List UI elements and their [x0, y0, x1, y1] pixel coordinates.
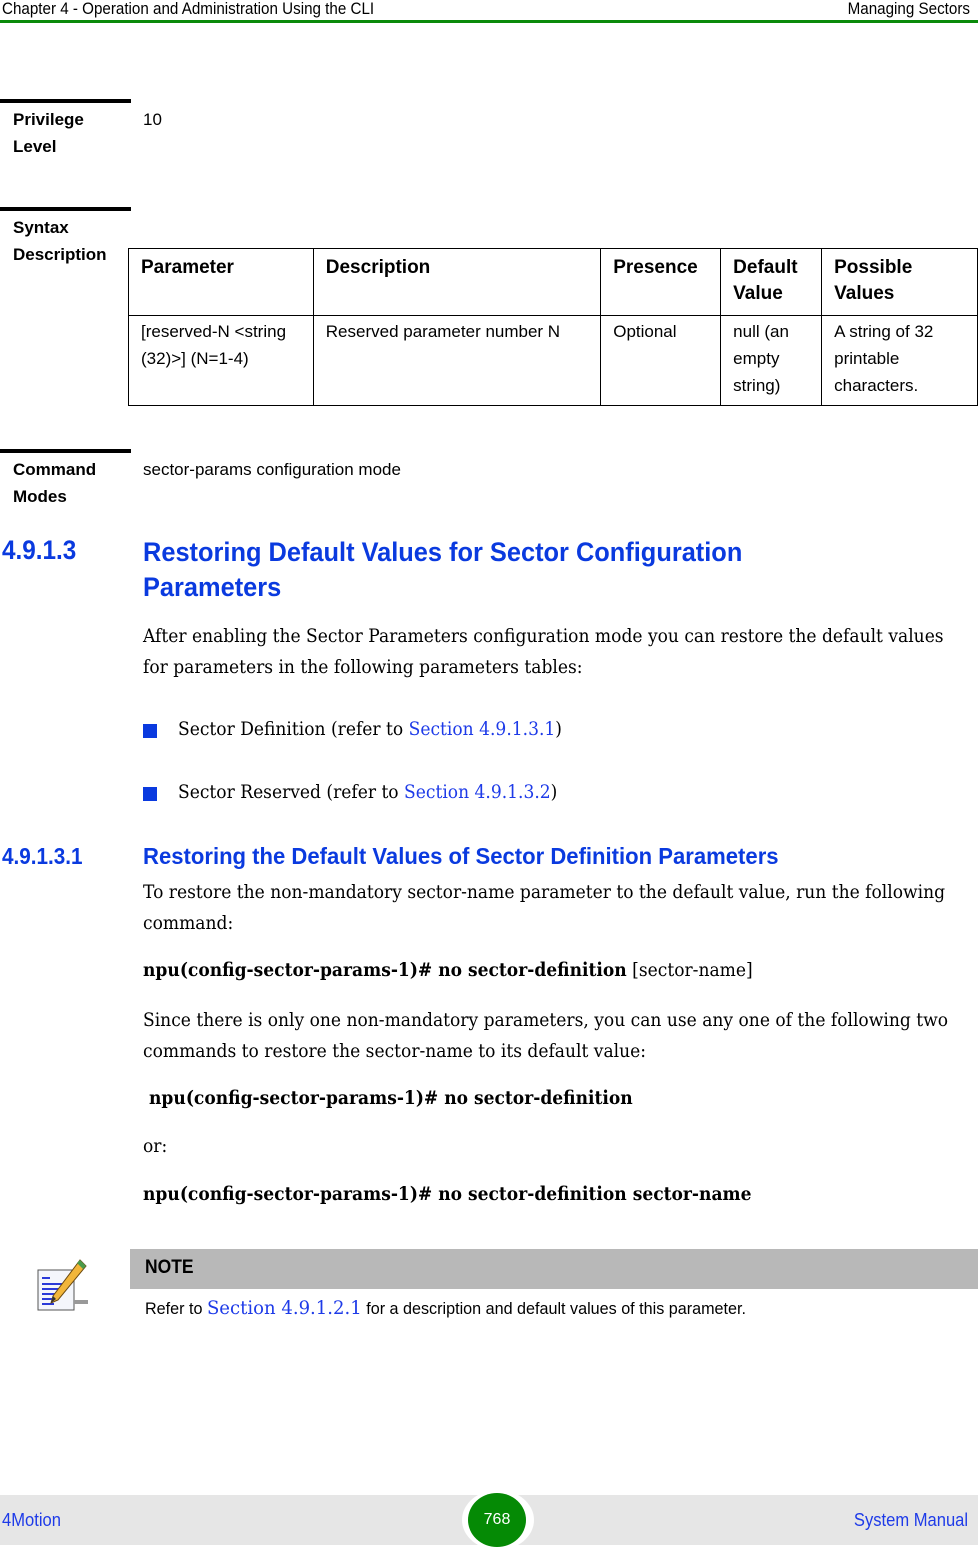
table-row: [reserved-N <string (32)>] (N=1-4) Reser…	[128, 315, 978, 406]
privilege-value: 10	[143, 110, 162, 129]
footer-product: 4Motion	[2, 1510, 61, 1530]
cell-default-value: null (an empty string)	[720, 315, 823, 406]
command-line: npu(config-sector-params-1)# no sector-d…	[143, 1183, 752, 1205]
command-line: npu(config-sector-params-1)# no sector-d…	[149, 1087, 633, 1109]
command-syntax: npu(config-sector-params-1)# no sector-d…	[143, 1183, 752, 1205]
command-argument: [sector-name]	[626, 959, 753, 981]
col-header-parameter: Parameter	[128, 248, 314, 316]
note-suffix: for a description and default values of …	[361, 1299, 746, 1318]
subsection-number: 4.9.1.3.1	[2, 843, 83, 869]
command-modes-value: sector-params configuration mode	[143, 460, 401, 479]
bullet-text: Sector Reserved (refer to	[178, 781, 405, 803]
bullet-text: Sector Definition (refer to	[178, 718, 409, 740]
cell-presence: Optional	[600, 315, 722, 406]
note-header-bar	[130, 1249, 978, 1289]
note-section-link[interactable]: Section 4.9.1.2.1	[207, 1297, 362, 1319]
footer-manual: System Manual	[853, 1510, 968, 1530]
bullet-square-icon	[143, 787, 157, 801]
privilege-label: Privilege Level	[13, 110, 84, 156]
subsection-paragraph: Since there is only one non-mandatory pa…	[143, 1009, 949, 1062]
cell-parameter: [reserved-N <string (32)>] (N=1-4)	[128, 315, 314, 406]
chapter-title: Chapter 4 - Operation and Administration…	[2, 0, 375, 18]
table-header-row: Parameter Description Presence Default V…	[128, 248, 978, 316]
page-number-badge: 768	[468, 1493, 526, 1547]
section-link[interactable]: Section 4.9.1.3.2	[404, 781, 551, 803]
subsection-intro: To restore the non-mandatory sector-name…	[143, 881, 946, 934]
privilege-rule	[0, 99, 131, 103]
subsection-heading: Restoring the Default Values of Sector D…	[143, 843, 779, 869]
command-modes-label: Command Modes	[13, 460, 97, 506]
section-title: Managing Sectors	[847, 0, 970, 18]
command-line: npu(config-sector-params-1)# no sector-d…	[143, 959, 753, 981]
command-syntax: npu(config-sector-params-1)# no sector-d…	[143, 959, 627, 981]
section-link[interactable]: Section 4.9.1.3.1	[409, 718, 556, 740]
bullet-suffix: )	[555, 718, 562, 740]
bullet-suffix: )	[550, 781, 558, 803]
page-number: 768	[483, 1511, 511, 1528]
section-intro: After enabling the Sector Parameters con…	[143, 625, 944, 678]
section-heading: Restoring Default Values for Sector Conf…	[143, 537, 743, 602]
syntax-label: Syntax Description	[13, 218, 107, 264]
cell-description: Reserved parameter number N	[312, 315, 602, 406]
header-rule	[0, 20, 978, 23]
note-text: Refer to Section 4.9.1.2.1 for a descrip…	[145, 1297, 746, 1319]
col-header-possible-values: Possible Values	[821, 248, 978, 316]
syntax-rule	[0, 207, 131, 211]
col-header-description: Description	[312, 248, 602, 316]
col-header-default-value: Default Value	[720, 248, 823, 316]
note-pencil-icon	[36, 1258, 88, 1314]
note-title: NOTE	[145, 1257, 194, 1278]
cell-possible-values: A string of 32 printable characters.	[821, 315, 978, 406]
section-number: 4.9.1.3	[2, 535, 77, 565]
col-header-presence: Presence	[600, 248, 722, 316]
or-text: or:	[143, 1135, 168, 1157]
bullet-square-icon	[143, 724, 157, 738]
note-prefix: Refer to	[145, 1299, 207, 1318]
command-syntax: npu(config-sector-params-1)# no sector-d…	[149, 1087, 633, 1109]
syntax-table: Parameter Description Presence Default V…	[128, 248, 978, 406]
command-modes-rule	[0, 449, 131, 453]
